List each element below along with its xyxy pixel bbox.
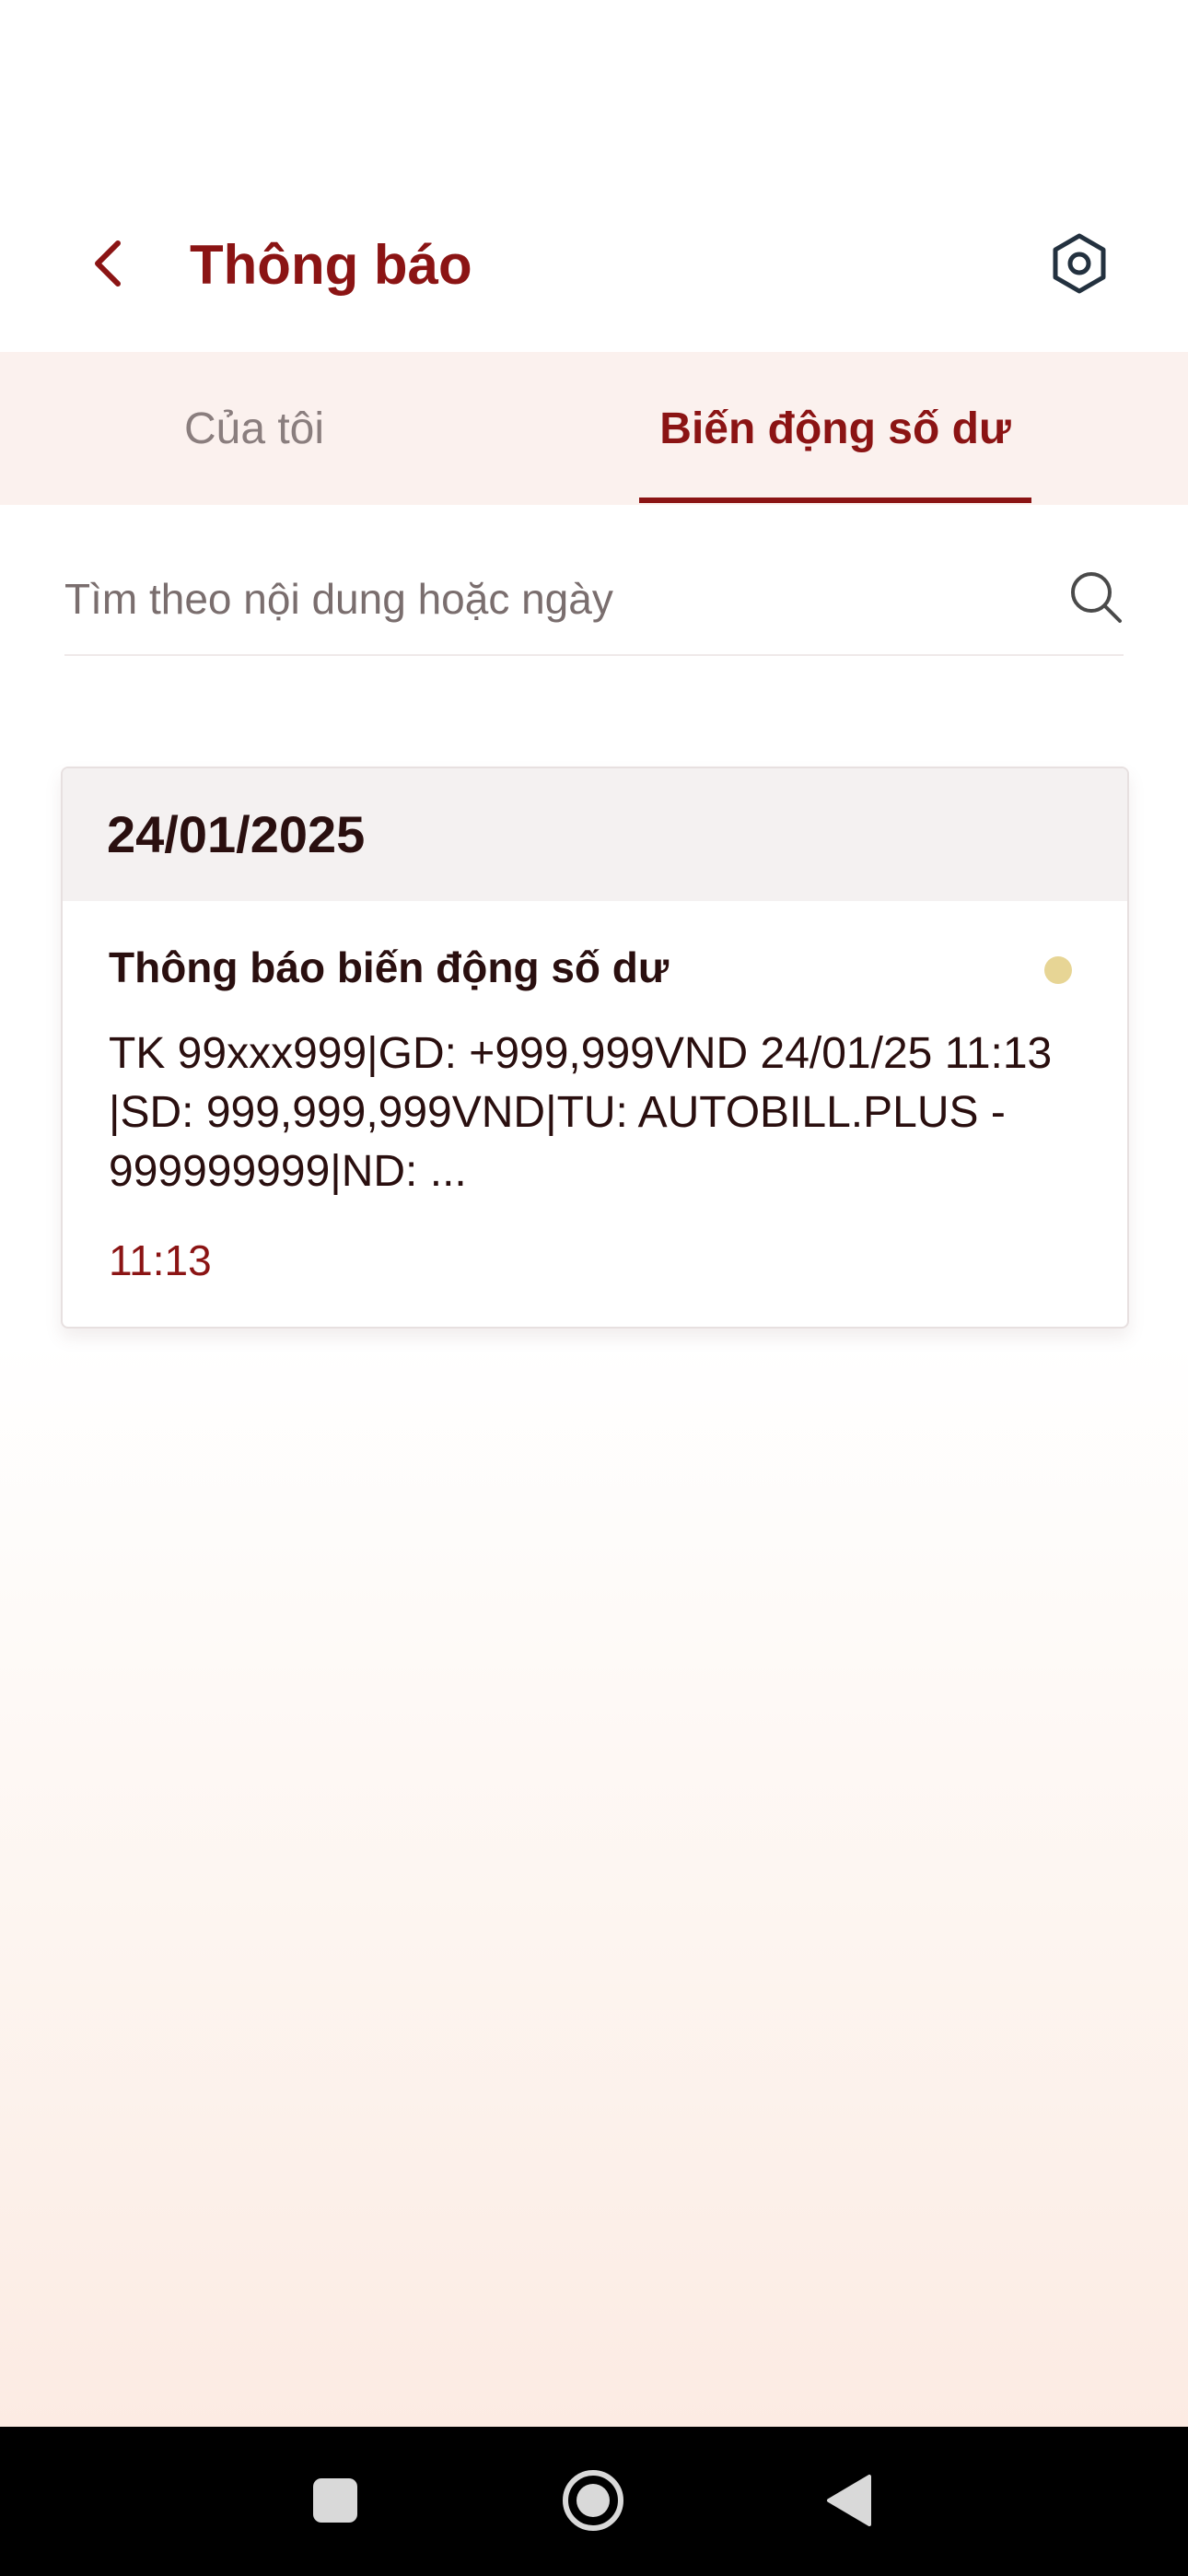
settings-button[interactable] — [1041, 225, 1118, 302]
back-nav-button[interactable] — [803, 2454, 895, 2547]
home-icon — [563, 2470, 623, 2531]
unread-dot-icon — [1044, 956, 1072, 984]
home-button[interactable] — [547, 2454, 639, 2547]
notification-group-card: 24/01/2025 Thông báo biến động số dư TK … — [61, 767, 1129, 1329]
system-navigation-bar — [0, 2427, 1188, 2576]
recents-icon — [313, 2478, 357, 2523]
page-title: Thông báo — [190, 234, 472, 296]
status-bar — [0, 0, 1188, 138]
settings-hexagon-icon — [1053, 233, 1106, 294]
notification-title: Thông báo biến động số dư — [109, 943, 670, 991]
chevron-left-icon — [95, 240, 121, 287]
tab-my-notifications[interactable]: Của tôi — [0, 352, 508, 505]
back-button[interactable] — [72, 227, 146, 300]
notification-body: TK 99xxx999|GD: +999,999VND 24/01/25 11:… — [109, 1029, 1053, 1196]
search-icon[interactable] — [1057, 558, 1135, 636]
group-date: 24/01/2025 — [107, 805, 366, 863]
search-input[interactable] — [64, 545, 1013, 652]
notification-time: 11:13 — [109, 1236, 212, 1284]
tab-balance-changes[interactable]: Biến động số dư — [639, 352, 1031, 505]
search-bar — [64, 545, 1124, 656]
tab-bar: Của tôi Biến động số dư — [0, 352, 1188, 505]
notification-item[interactable]: Thông báo biến động số dư TK 99xxx999|GD… — [63, 901, 1127, 1327]
date-header: 24/01/2025 — [63, 768, 1127, 901]
recents-button[interactable] — [289, 2454, 381, 2547]
app-header: Thông báo — [0, 138, 1188, 352]
back-icon — [827, 2475, 871, 2526]
active-tab-indicator — [639, 498, 1031, 503]
